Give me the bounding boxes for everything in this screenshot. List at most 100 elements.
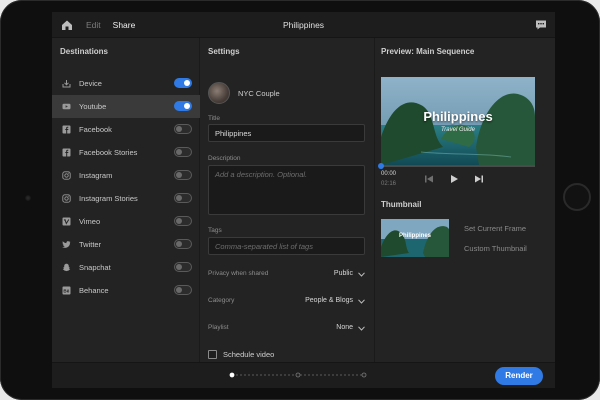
- play-icon[interactable]: [448, 173, 460, 185]
- video-preview[interactable]: Philippines Travel Guide: [381, 77, 535, 165]
- playlist-select[interactable]: Playlist None: [208, 322, 365, 336]
- behance-icon: Bē: [62, 286, 71, 295]
- pager-step: [229, 372, 235, 378]
- render-button[interactable]: Render: [495, 367, 543, 385]
- destination-label: Facebook Stories: [79, 148, 138, 157]
- destination-vimeo[interactable]: Vimeo: [52, 210, 200, 233]
- toggle-knob: [176, 149, 182, 155]
- top-bar: Edit Share Philippines: [52, 12, 555, 38]
- destination-toggle[interactable]: [174, 147, 192, 157]
- camera-dot: [25, 195, 31, 201]
- tags-field[interactable]: Comma-separated list of tags: [208, 237, 365, 255]
- hardware-home-button[interactable]: [563, 183, 591, 211]
- preview-overlay-subtitle: Travel Guide: [441, 127, 475, 133]
- pager-step: [361, 372, 367, 378]
- destination-facebook-stories[interactable]: Facebook Stories: [52, 141, 200, 164]
- set-current-frame-button[interactable]: Set Current Frame: [464, 224, 526, 233]
- scrubber-handle[interactable]: [378, 163, 384, 169]
- avatar[interactable]: [208, 82, 230, 104]
- preview-heading: Preview: Main Sequence: [381, 47, 475, 56]
- destination-label: Twitter: [79, 240, 102, 249]
- twitter-icon: [62, 240, 71, 249]
- account-name: NYC Couple: [238, 89, 280, 98]
- category-value: People & Blogs: [305, 297, 353, 304]
- destination-toggle[interactable]: [174, 262, 192, 272]
- destinations-panel: Destinations Device Youtube Facebook Facebo…: [52, 38, 200, 362]
- tablet-frame: Edit Share Philippines Destinations Devi…: [0, 0, 600, 400]
- chat-icon[interactable]: [535, 19, 547, 31]
- toggle-knob: [176, 241, 182, 247]
- instagram-icon: [62, 171, 71, 180]
- title-label: Title: [208, 115, 221, 122]
- destination-label: Vimeo: [79, 217, 101, 226]
- vimeo-icon: [62, 217, 71, 226]
- destinations-list: Device Youtube Facebook Facebook Stories Ins…: [52, 72, 200, 302]
- privacy-value: Public: [333, 270, 353, 277]
- toggle-knob: [184, 80, 190, 86]
- destination-device[interactable]: Device: [52, 72, 200, 95]
- destination-label: Facebook: [79, 125, 112, 134]
- preview-overlay-title: Philippines: [423, 109, 493, 124]
- schedule-video-label: Schedule video: [223, 350, 275, 359]
- settings-heading: Settings: [208, 47, 240, 56]
- category-label: Category: [208, 297, 235, 304]
- app-screen: Edit Share Philippines Destinations Devi…: [52, 12, 555, 388]
- download-icon: [62, 79, 71, 88]
- timeline-scrubber[interactable]: [381, 165, 535, 167]
- category-select[interactable]: Category People & Blogs: [208, 295, 365, 309]
- thumbnail-heading: Thumbnail: [381, 200, 422, 209]
- svg-text:Bē: Bē: [63, 289, 69, 294]
- destination-snapchat[interactable]: Snapchat: [52, 256, 200, 279]
- snapchat-icon: [62, 263, 71, 272]
- skip-back-icon[interactable]: [423, 173, 435, 185]
- title-field[interactable]: Philippines: [208, 124, 365, 142]
- destination-instagram[interactable]: Instagram: [52, 164, 200, 187]
- destination-toggle[interactable]: [174, 216, 192, 226]
- destination-label: Instagram: [79, 171, 113, 180]
- thumbnail-preview[interactable]: Philippines: [381, 219, 449, 257]
- destination-instagram-stories[interactable]: Instagram Stories: [52, 187, 200, 210]
- toggle-knob: [176, 126, 182, 132]
- tab-share[interactable]: Share: [113, 20, 136, 30]
- destination-toggle[interactable]: [174, 170, 192, 180]
- destination-toggle[interactable]: [174, 124, 192, 134]
- destination-toggle[interactable]: [174, 193, 192, 203]
- home-icon[interactable]: [60, 18, 74, 32]
- description-field[interactable]: Add a description. Optional.: [208, 165, 365, 215]
- privacy-label: Privacy when shared: [208, 270, 269, 277]
- destination-facebook[interactable]: Facebook: [52, 118, 200, 141]
- playlist-label: Playlist: [208, 324, 229, 331]
- tab-edit[interactable]: Edit: [86, 20, 101, 30]
- destinations-heading: Destinations: [60, 47, 109, 56]
- privacy-select[interactable]: Privacy when shared Public: [208, 268, 365, 282]
- pager-step: [295, 372, 301, 378]
- destination-label: Device: [79, 79, 102, 88]
- facebook-icon: [62, 125, 71, 134]
- youtube-icon: [62, 102, 71, 111]
- custom-thumbnail-button[interactable]: Custom Thumbnail: [464, 244, 527, 253]
- schedule-video-checkbox[interactable]: [208, 350, 217, 359]
- toggle-knob: [176, 287, 182, 293]
- destination-youtube[interactable]: Youtube: [52, 95, 200, 118]
- chevron-down-icon: [358, 272, 365, 277]
- chevron-down-icon: [358, 299, 365, 304]
- thumbnail-overlay-title: Philippines: [398, 233, 431, 239]
- destination-twitter[interactable]: Twitter: [52, 233, 200, 256]
- destination-label: Snapchat: [79, 263, 111, 272]
- skip-forward-icon[interactable]: [473, 173, 485, 185]
- destination-toggle[interactable]: [174, 285, 192, 295]
- facebook-icon: [62, 148, 71, 157]
- destination-label: Behance: [79, 286, 109, 295]
- tags-label: Tags: [208, 227, 222, 234]
- destination-toggle[interactable]: [174, 239, 192, 249]
- total-time: 02:16: [381, 181, 397, 187]
- toggle-knob: [176, 218, 182, 224]
- step-pager: [229, 372, 367, 378]
- destination-toggle[interactable]: [174, 78, 192, 88]
- footer-bar: Render: [52, 362, 555, 388]
- description-label: Description: [208, 155, 241, 162]
- destination-toggle[interactable]: [174, 101, 192, 111]
- toggle-knob: [184, 103, 190, 109]
- schedule-video-row[interactable]: Schedule video: [208, 350, 274, 359]
- destination-behance[interactable]: Bē Behance: [52, 279, 200, 302]
